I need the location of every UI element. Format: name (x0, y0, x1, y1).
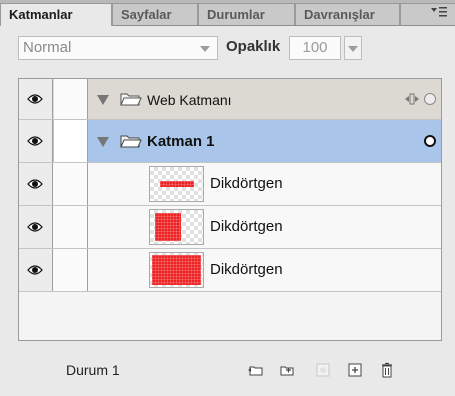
layer-row-katman-1[interactable]: Katman 1 (19, 120, 441, 163)
eye-icon (27, 222, 43, 232)
visibility-cell[interactable] (19, 120, 53, 162)
tab-davranislar[interactable]: Davranışlar (295, 3, 400, 25)
lock-cell[interactable] (54, 206, 88, 248)
expand-triangle-icon[interactable] (97, 95, 109, 105)
target-circle-icon[interactable] (424, 93, 436, 105)
layer-name: Dikdörtgen (210, 175, 283, 192)
lock-cell[interactable] (54, 249, 88, 291)
layer-name: Dikdörtgen (210, 218, 283, 235)
layer-thumbnail (149, 252, 204, 288)
visibility-cell[interactable] (19, 79, 53, 119)
layer-name: Web Katmanı (147, 92, 232, 108)
panel-menu-icon[interactable] (431, 6, 447, 18)
opacity-dropdown-button[interactable] (344, 36, 362, 60)
visibility-cell[interactable] (19, 249, 53, 291)
blend-mode-value: Normal (23, 39, 72, 56)
tab-sayfalar[interactable]: Sayfalar (112, 3, 198, 25)
duplicate-layer-icon[interactable] (346, 361, 364, 379)
visibility-cell[interactable] (19, 206, 53, 248)
layers-list: Web Katmanı Katman 1 Dikdörtgen Dikdörtg… (18, 78, 442, 341)
layer-row-web[interactable]: Web Katmanı (19, 79, 441, 120)
lock-cell[interactable] (54, 79, 88, 119)
visibility-cell[interactable] (19, 163, 53, 205)
layer-row-object[interactable]: Dikdörtgen (19, 163, 441, 206)
lock-cell[interactable] (54, 163, 88, 205)
target-circle-icon[interactable] (424, 135, 436, 147)
tab-katmanlar[interactable]: Katmanlar (0, 3, 112, 26)
delete-trash-icon[interactable] (378, 361, 396, 379)
thumbnail-shape (155, 213, 181, 241)
eye-icon (27, 265, 43, 275)
eye-icon (27, 136, 43, 146)
layer-thumbnail (149, 166, 204, 202)
opacity-label: Opaklık (226, 38, 281, 55)
folder-open-icon (120, 93, 142, 106)
add-mask-icon[interactable] (314, 361, 332, 379)
expand-triangle-icon[interactable] (97, 137, 109, 147)
thumbnail-shape (152, 255, 201, 285)
blend-mode-select[interactable]: Normal (18, 36, 218, 60)
tab-durumlar[interactable]: Durumlar (198, 3, 295, 25)
new-layer-icon[interactable] (278, 361, 296, 379)
layer-row-object[interactable]: Dikdörtgen (19, 206, 441, 249)
chevron-down-icon (348, 46, 358, 52)
layer-name: Katman 1 (147, 133, 215, 150)
layer-name: Dikdörtgen (210, 261, 283, 278)
lock-cell[interactable] (54, 120, 88, 162)
web-layer-icon (405, 93, 419, 105)
state-status-label: Durum 1 (66, 362, 120, 378)
panel-tab-bar: Katmanlar Sayfalar Durumlar Davranışlar (0, 0, 455, 26)
opacity-input[interactable]: 100 (289, 36, 341, 60)
eye-icon (27, 94, 43, 104)
layer-row-object[interactable]: Dikdörtgen (19, 249, 441, 292)
chevron-down-icon (200, 46, 210, 52)
thumbnail-shape (160, 181, 194, 187)
new-sublayer-icon[interactable] (247, 361, 265, 379)
eye-icon (27, 179, 43, 189)
layer-thumbnail (149, 209, 204, 245)
folder-open-icon (120, 135, 142, 148)
